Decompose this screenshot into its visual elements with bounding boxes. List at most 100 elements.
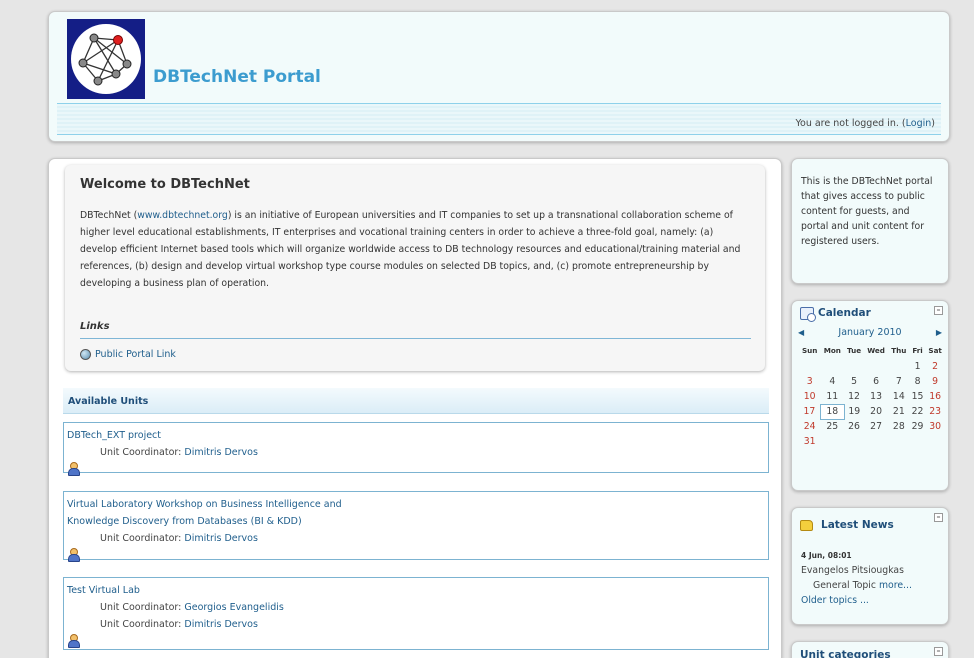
calendar-day[interactable]: 25 bbox=[820, 419, 844, 434]
weekday-header: Sat bbox=[928, 346, 942, 355]
dbtechnet-website-link[interactable]: www.dbtechnet.org bbox=[137, 210, 228, 221]
calendar-empty-cell bbox=[820, 434, 844, 449]
calendar-empty-cell bbox=[820, 359, 844, 374]
unit-coordinator: Unit Coordinator: Dimitris Dervos bbox=[100, 447, 258, 458]
calendar-empty-cell bbox=[844, 434, 864, 449]
calendar-week: 3456789 bbox=[799, 374, 945, 389]
calendar-week: 12 bbox=[799, 359, 945, 374]
calendar-day[interactable]: 13 bbox=[864, 389, 889, 404]
calendar-day[interactable]: 23 bbox=[926, 404, 945, 419]
unit-categories-title: Unit categories bbox=[800, 649, 891, 658]
news-folder-icon bbox=[800, 519, 813, 531]
weekday-header: Thu bbox=[891, 346, 907, 355]
unit-link-continued[interactable]: Knowledge Discovery from Databases (BI &… bbox=[67, 516, 302, 527]
calendar-day[interactable]: 28 bbox=[888, 419, 909, 434]
latest-news-block: Latest News – 4 Jun, 08:01 Evangelos Pit… bbox=[791, 507, 949, 625]
unit-categories-block: Unit categories – bbox=[791, 641, 949, 658]
public-portal-link-row[interactable]: Public Portal Link bbox=[80, 349, 176, 360]
unit-coordinator: Unit Coordinator: Dimitris Dervos bbox=[100, 533, 258, 544]
unit-coordinator: Unit Coordinator: Dimitris Dervos bbox=[100, 619, 258, 630]
calendar-day[interactable]: 10 bbox=[799, 389, 820, 404]
unit-item: Virtual Laboratory Workshop on Business … bbox=[63, 491, 769, 562]
calendar-day[interactable]: 5 bbox=[844, 374, 864, 389]
calendar-day[interactable]: 22 bbox=[909, 404, 925, 419]
page-header: DBTechNet Portal You are not logged in. … bbox=[48, 11, 950, 142]
calendar-day[interactable]: 2 bbox=[926, 359, 945, 374]
welcome-text: DBTechNet (www.dbtechnet.org) is an init… bbox=[80, 210, 741, 289]
calendar-day[interactable]: 17 bbox=[799, 404, 820, 419]
weekday-header: Sun bbox=[801, 346, 818, 355]
unit-coordinator: Unit Coordinator: Georgios Evangelidis bbox=[100, 602, 284, 613]
calendar-day[interactable]: 9 bbox=[926, 374, 945, 389]
calendar-day[interactable]: 11 bbox=[820, 389, 844, 404]
calendar-title: Calendar bbox=[818, 307, 871, 319]
previous-month-icon[interactable]: ◀ bbox=[798, 328, 804, 337]
latest-news-header: Latest News – bbox=[792, 508, 948, 540]
older-topics-link[interactable]: Older topics ... bbox=[801, 595, 869, 606]
calendar-day[interactable]: 31 bbox=[799, 434, 820, 449]
calendar-day[interactable]: 19 bbox=[844, 404, 864, 419]
unit-categories-header: Unit categories – bbox=[792, 642, 948, 658]
calendar-empty-cell bbox=[926, 434, 945, 449]
latest-news-title: Latest News bbox=[821, 519, 894, 531]
welcome-panel: Welcome to DBTechNet DBTechNet (www.dbte… bbox=[65, 165, 765, 371]
coordinator-link[interactable]: Georgios Evangelidis bbox=[184, 602, 283, 613]
network-logo-icon bbox=[71, 24, 141, 94]
calendar-day[interactable]: 29 bbox=[909, 419, 925, 434]
available-units-heading: Available Units bbox=[63, 388, 769, 414]
unit-link[interactable]: Test Virtual Lab bbox=[67, 585, 140, 596]
calendar-day[interactable]: 12 bbox=[844, 389, 864, 404]
calendar-day[interactable]: 24 bbox=[799, 419, 820, 434]
header-band: You are not logged in. (Login) bbox=[57, 103, 941, 135]
login-link[interactable]: Login bbox=[906, 118, 932, 129]
portal-intro-text: This is the DBTechNet portal that gives … bbox=[801, 176, 933, 247]
calendar-day[interactable]: 26 bbox=[844, 419, 864, 434]
collapse-icon[interactable]: – bbox=[934, 306, 943, 315]
next-month-icon[interactable]: ▶ bbox=[936, 328, 942, 337]
news-topic: General Topic more... bbox=[813, 580, 912, 591]
calendar-day[interactable]: 6 bbox=[864, 374, 889, 389]
calendar-header: Calendar – bbox=[792, 301, 948, 325]
user-icon bbox=[67, 462, 80, 476]
calendar-day[interactable]: 15 bbox=[909, 389, 925, 404]
coordinator-link[interactable]: Dimitris Dervos bbox=[184, 533, 258, 544]
calendar-day[interactable]: 20 bbox=[864, 404, 889, 419]
calendar-day[interactable]: 14 bbox=[888, 389, 909, 404]
calendar-block: Calendar – ◀ January 2010 ▶ Sun Mon Tue Wed… bbox=[791, 300, 949, 491]
site-title: DBTechNet Portal bbox=[153, 67, 321, 87]
welcome-title: Welcome to DBTechNet bbox=[80, 177, 250, 192]
calendar-icon bbox=[800, 306, 816, 322]
calendar-day[interactable]: 7 bbox=[888, 374, 909, 389]
calendar-day[interactable]: 1 bbox=[909, 359, 925, 374]
unit-link[interactable]: Virtual Laboratory Workshop on Business … bbox=[67, 499, 342, 510]
calendar-day-today[interactable]: 18 bbox=[819, 403, 845, 420]
calendar-week: 10 11 12 13 14 15 16 bbox=[799, 389, 945, 404]
calendar-day[interactable]: 30 bbox=[926, 419, 945, 434]
globe-icon bbox=[80, 349, 91, 360]
calendar-day[interactable]: 16 bbox=[926, 389, 945, 404]
calendar-day[interactable]: 8 bbox=[909, 374, 925, 389]
weekday-header: Mon bbox=[823, 346, 841, 355]
public-portal-link[interactable]: Public Portal Link bbox=[95, 349, 176, 360]
news-more-link[interactable]: more... bbox=[879, 580, 912, 591]
collapse-icon[interactable]: – bbox=[934, 647, 943, 656]
dbtechnet-logo[interactable] bbox=[67, 19, 145, 99]
calendar-day[interactable]: 3 bbox=[799, 374, 820, 389]
calendar-day[interactable]: 27 bbox=[864, 419, 889, 434]
calendar-nav: ◀ January 2010 ▶ bbox=[792, 325, 948, 340]
coordinator-link[interactable]: Dimitris Dervos bbox=[184, 619, 258, 630]
unit-link[interactable]: DBTech_EXT project bbox=[67, 430, 161, 441]
login-status: You are not logged in. (Login) bbox=[795, 118, 935, 129]
coordinator-link[interactable]: Dimitris Dervos bbox=[184, 447, 258, 458]
collapse-icon[interactable]: – bbox=[934, 513, 943, 522]
calendar-month[interactable]: January 2010 bbox=[838, 327, 901, 338]
calendar-empty-cell bbox=[844, 359, 864, 374]
weekday-header: Wed bbox=[867, 346, 885, 355]
calendar-day[interactable]: 4 bbox=[820, 374, 844, 389]
calendar-day[interactable]: 21 bbox=[888, 404, 909, 419]
calendar-week: 24 25 26 27 28 29 30 bbox=[799, 419, 945, 434]
calendar-empty-cell bbox=[864, 434, 889, 449]
news-author: Evangelos Pitsiougkas bbox=[801, 565, 904, 576]
news-date: 4 Jun, 08:01 bbox=[801, 551, 852, 560]
unit-item: Test Virtual Lab Unit Coordinator: Georg… bbox=[63, 577, 769, 650]
